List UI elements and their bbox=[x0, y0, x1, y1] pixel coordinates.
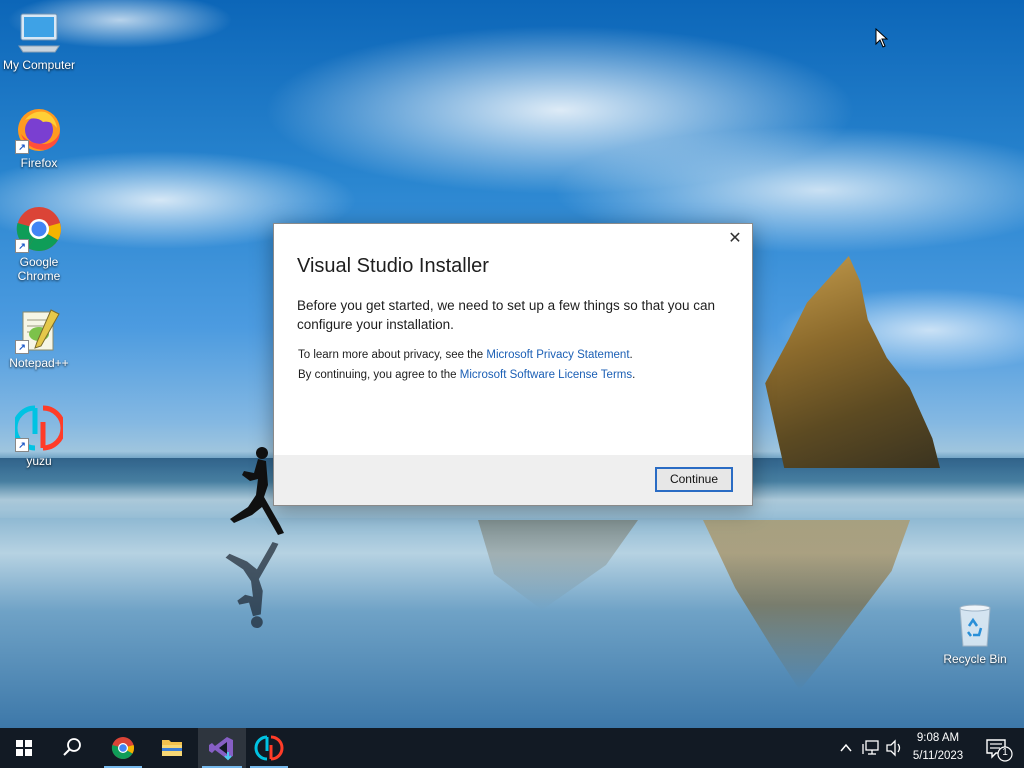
recycle-bin-icon bbox=[951, 602, 999, 650]
search-button[interactable] bbox=[48, 728, 96, 768]
taskbar-file-explorer[interactable] bbox=[148, 728, 196, 768]
visual-studio-icon bbox=[209, 737, 233, 761]
desktop-icon-my-computer[interactable]: My Computer bbox=[1, 8, 77, 72]
volume-button[interactable] bbox=[882, 728, 906, 768]
shortcut-arrow-icon: ↗ bbox=[15, 140, 29, 154]
yuzu-icon: ↗ bbox=[12, 404, 66, 452]
desktop-icon-label: Recycle Bin bbox=[943, 652, 1007, 666]
wallpaper-runner-reflection bbox=[225, 541, 279, 629]
shortcut-arrow-icon: ↗ bbox=[15, 340, 29, 354]
network-button[interactable] bbox=[860, 728, 882, 768]
desktop-icon-label: Google Chrome bbox=[17, 255, 61, 283]
desktop-icon-google-chrome[interactable]: ↗ Google Chrome bbox=[1, 205, 77, 283]
desktop-icon-label: My Computer bbox=[2, 58, 76, 72]
clock-date[interactable]: 5/11/2023 bbox=[906, 750, 970, 762]
desktop-icon-label: Firefox bbox=[20, 156, 58, 170]
wallpaper-rock bbox=[765, 256, 940, 468]
notification-icon bbox=[986, 739, 1013, 762]
desktop-icon-notepad-plus-plus[interactable]: ↗ Notepad++ bbox=[1, 306, 77, 370]
folder-icon bbox=[162, 740, 182, 756]
desktop-icon-yuzu[interactable]: ↗ yuzu bbox=[1, 404, 77, 468]
wallpaper-rock-reflection bbox=[703, 520, 910, 690]
shortcut-arrow-icon: ↗ bbox=[15, 438, 29, 452]
chevron-up-icon bbox=[840, 743, 852, 752]
mouse-cursor-icon bbox=[875, 28, 889, 48]
close-icon[interactable]: ✕ bbox=[724, 228, 746, 250]
desktop-icon-label: yuzu bbox=[26, 454, 52, 468]
desktop-icon-recycle-bin[interactable]: Recycle Bin bbox=[937, 602, 1013, 666]
start-button[interactable] bbox=[0, 728, 48, 768]
license-prefix: By continuing, you agree to the bbox=[298, 369, 460, 381]
speaker-icon bbox=[886, 739, 901, 757]
privacy-suffix: . bbox=[629, 349, 633, 361]
taskbar-chrome[interactable] bbox=[100, 728, 146, 768]
chrome-icon bbox=[111, 737, 135, 759]
continue-button[interactable]: Continue bbox=[655, 467, 733, 492]
taskbar: 9:08 AM 5/11/2023 1 bbox=[0, 728, 1024, 768]
dialog-title: Visual Studio Installer bbox=[297, 255, 489, 277]
desktop-icon-firefox[interactable]: ↗ Firefox bbox=[1, 106, 77, 170]
taskbar-yuzu[interactable] bbox=[246, 728, 292, 768]
license-line: By continuing, you agree to the Microsof… bbox=[298, 369, 635, 381]
visual-studio-installer-dialog: ✕ Visual Studio Installer Before you get… bbox=[273, 223, 753, 506]
license-suffix: . bbox=[632, 369, 636, 381]
privacy-statement-link[interactable]: Microsoft Privacy Statement bbox=[486, 349, 629, 361]
network-icon bbox=[862, 740, 879, 755]
shortcut-arrow-icon: ↗ bbox=[15, 239, 29, 253]
firefox-icon: ↗ bbox=[15, 106, 63, 154]
chrome-icon: ↗ bbox=[15, 205, 63, 253]
license-terms-link[interactable]: Microsoft Software License Terms bbox=[460, 369, 632, 381]
computer-icon bbox=[15, 8, 63, 56]
taskbar-visual-studio-installer[interactable] bbox=[198, 728, 246, 768]
wallpaper-reflection bbox=[478, 520, 638, 610]
search-icon bbox=[63, 738, 81, 756]
show-hidden-icons-button[interactable] bbox=[836, 728, 856, 768]
notepad-plus-plus-icon: ↗ bbox=[15, 306, 63, 354]
windows-logo-icon bbox=[16, 740, 32, 756]
dialog-intro-text: Before you get started, we need to set u… bbox=[297, 298, 716, 332]
notification-count: 1 bbox=[1002, 747, 1008, 758]
desktop-icon-label: Notepad++ bbox=[9, 356, 69, 370]
action-center-button[interactable]: 1 bbox=[978, 728, 1018, 768]
yuzu-icon bbox=[254, 735, 284, 761]
dialog-footer: Continue bbox=[274, 455, 752, 505]
privacy-prefix: To learn more about privacy, see the bbox=[298, 349, 487, 361]
privacy-line: To learn more about privacy, see the Mic… bbox=[298, 349, 633, 361]
clock-time[interactable]: 9:08 AM bbox=[906, 732, 970, 744]
